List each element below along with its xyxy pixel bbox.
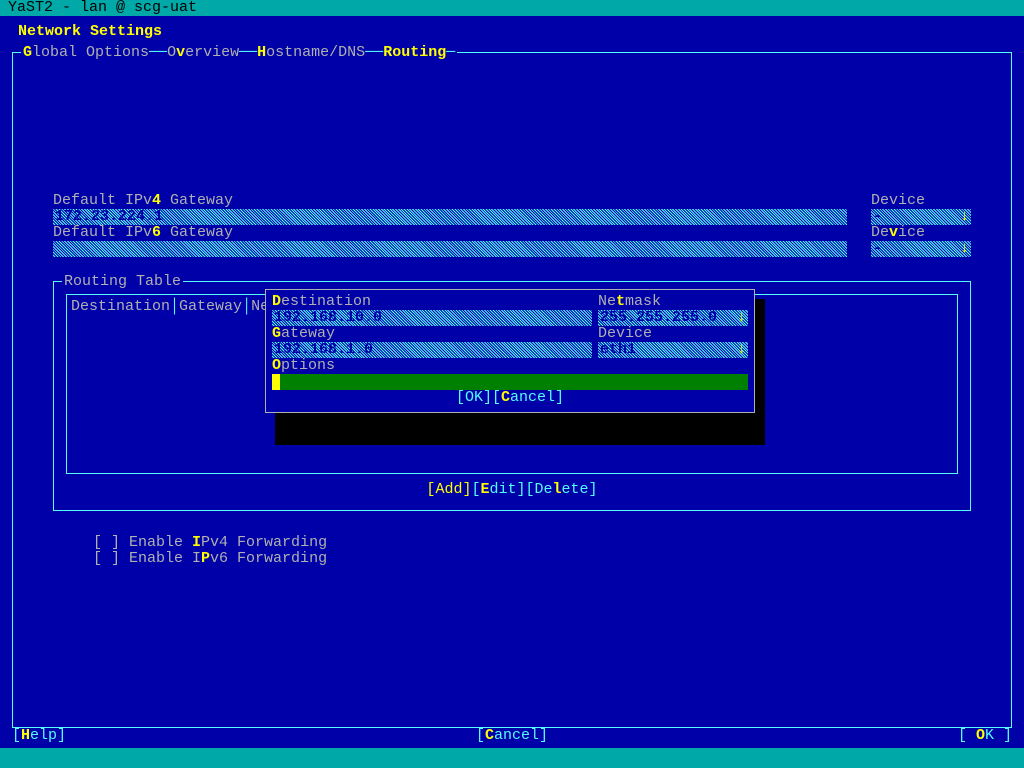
main-frame: Global Options──Overview──Hostname/DNS──… <box>12 52 1012 728</box>
page-title: Network Settings <box>0 16 1024 40</box>
dialog-netmask-label: Netmask <box>598 294 748 310</box>
default-ipv6-gateway-label: Default IPv6 Gateway <box>53 225 847 241</box>
enable-ipv6-forwarding-checkbox[interactable]: [ ] Enable IPv6 Forwarding <box>53 551 971 567</box>
default-ipv6-gateway-input[interactable] <box>53 241 847 257</box>
ipv6-device-label: Device <box>871 225 971 241</box>
dialog-device-label: Device <box>598 326 748 342</box>
ipv6-device-dropdown[interactable]: -↓ <box>871 241 971 257</box>
text-cursor-icon <box>272 374 280 390</box>
dialog-device-dropdown[interactable]: eth1↓ <box>598 342 748 358</box>
default-ipv4-gateway-input[interactable]: 172.23.224.1 <box>53 209 847 225</box>
dialog-netmask-dropdown[interactable]: 255.255.255.0↓ <box>598 310 748 326</box>
ipv4-device-dropdown[interactable]: -↓ <box>871 209 971 225</box>
edit-button[interactable]: [Edit] <box>471 481 525 498</box>
dialog-ok-button[interactable]: [OK] <box>456 389 492 406</box>
cancel-button[interactable]: [Cancel] <box>476 728 548 744</box>
route-entry-dialog: Destination 192.168.10.0 Netmask 255.255… <box>265 289 755 413</box>
bottom-border <box>0 748 1024 768</box>
enable-ipv4-forwarding-checkbox[interactable]: [ ] Enable IPv4 Forwarding <box>53 535 971 551</box>
tab-row: Global Options──Overview──Hostname/DNS──… <box>21 45 457 61</box>
dialog-cancel-button[interactable]: [Cancel] <box>492 389 564 406</box>
dialog-options-input[interactable] <box>272 374 748 390</box>
tab-routing[interactable]: Routing <box>383 44 446 61</box>
add-button[interactable]: [Add] <box>426 481 471 498</box>
routing-table-frame: Routing Table Destination│Gateway│Net De… <box>53 281 971 511</box>
tab-hostname-dns[interactable]: Hostname/DNS <box>257 44 365 61</box>
tab-overview[interactable]: Overview <box>167 44 239 61</box>
dialog-gateway-label: Gateway <box>272 326 598 342</box>
window-titlebar: YaST2 - lan @ scg-uat <box>0 0 1024 16</box>
dialog-destination-input[interactable]: 192.168.10.0 <box>272 310 592 326</box>
routing-table-label: Routing Table <box>62 274 183 290</box>
dialog-destination-label: Destination <box>272 294 598 310</box>
dialog-options-label: Options <box>272 358 748 374</box>
ok-button[interactable]: [ OK ] <box>958 728 1012 744</box>
dialog-gateway-input[interactable]: 192.168.1.0 <box>272 342 592 358</box>
default-ipv4-gateway-label: Default IPv4 Gateway <box>53 193 847 209</box>
bottom-bar: [Help] [Cancel] [ OK ] <box>12 728 1012 744</box>
routing-table: Destination│Gateway│Net Destination 192.… <box>66 294 958 474</box>
delete-button[interactable]: [Delete] <box>526 481 598 498</box>
help-button[interactable]: [Help] <box>12 728 66 744</box>
ipv4-device-label: Device <box>871 193 971 209</box>
tab-global-options[interactable]: Global Options <box>23 44 149 61</box>
